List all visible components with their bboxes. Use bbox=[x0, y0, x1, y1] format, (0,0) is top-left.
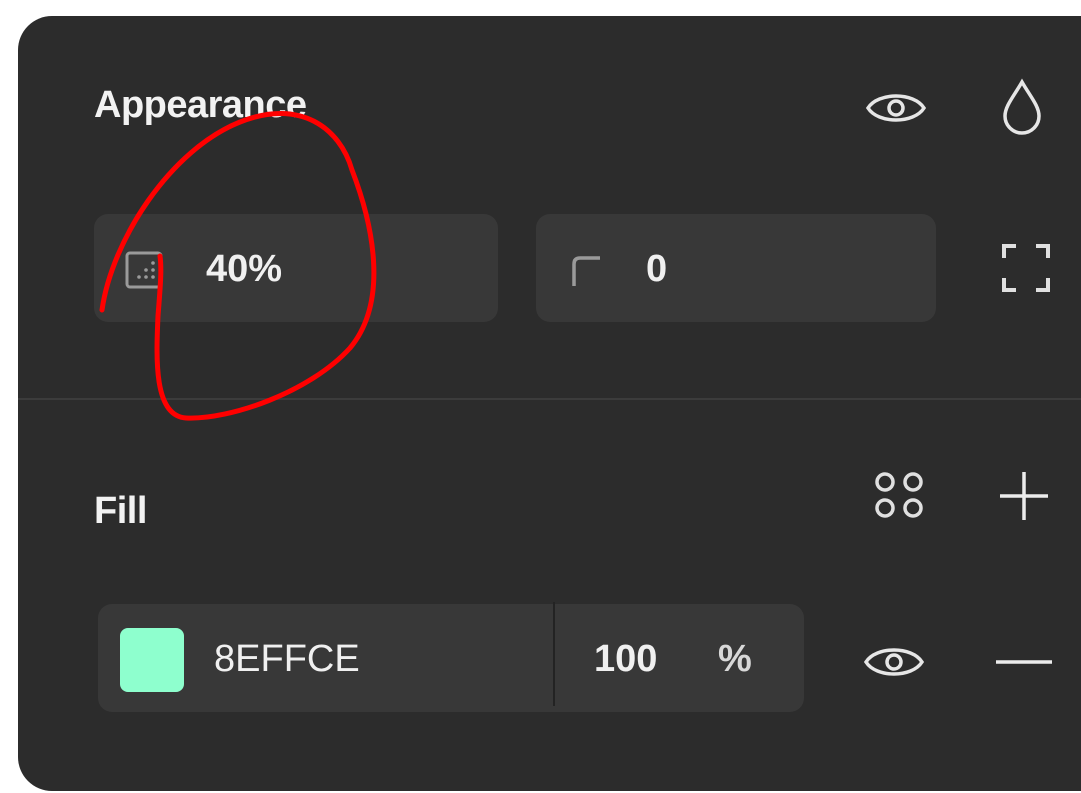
independent-corners-icon[interactable] bbox=[1000, 242, 1052, 294]
styles-grid-icon[interactable] bbox=[870, 468, 930, 524]
fill-opacity-unit: % bbox=[718, 638, 752, 680]
fill-hex-value[interactable]: 8EFFCE bbox=[214, 638, 360, 681]
fill-color-field[interactable] bbox=[98, 604, 804, 712]
appearance-title: Appearance bbox=[94, 84, 307, 126]
opacity-field[interactable]: 40% bbox=[94, 214, 498, 322]
section-divider bbox=[18, 398, 1081, 400]
corner-radius-field[interactable]: 0 bbox=[536, 214, 936, 322]
fill-title: Fill bbox=[94, 490, 147, 532]
plus-icon[interactable] bbox=[996, 468, 1052, 524]
corner-radius-value: 0 bbox=[646, 248, 668, 290]
eye-icon[interactable] bbox=[864, 88, 928, 128]
opacity-value: 40% bbox=[206, 248, 283, 290]
fill-field-separator bbox=[553, 602, 555, 706]
fill-opacity-value[interactable]: 100 bbox=[594, 638, 657, 681]
corner-radius-icon bbox=[572, 256, 600, 286]
minus-icon[interactable] bbox=[992, 642, 1056, 682]
properties-panel: Appearance 40% 0 Fill 8EFFCE 100 % bbox=[18, 16, 1081, 791]
opacity-icon bbox=[125, 251, 163, 289]
drop-icon[interactable] bbox=[1000, 78, 1044, 138]
fill-visibility-eye-icon[interactable] bbox=[862, 642, 926, 682]
fill-color-swatch[interactable] bbox=[120, 628, 184, 692]
